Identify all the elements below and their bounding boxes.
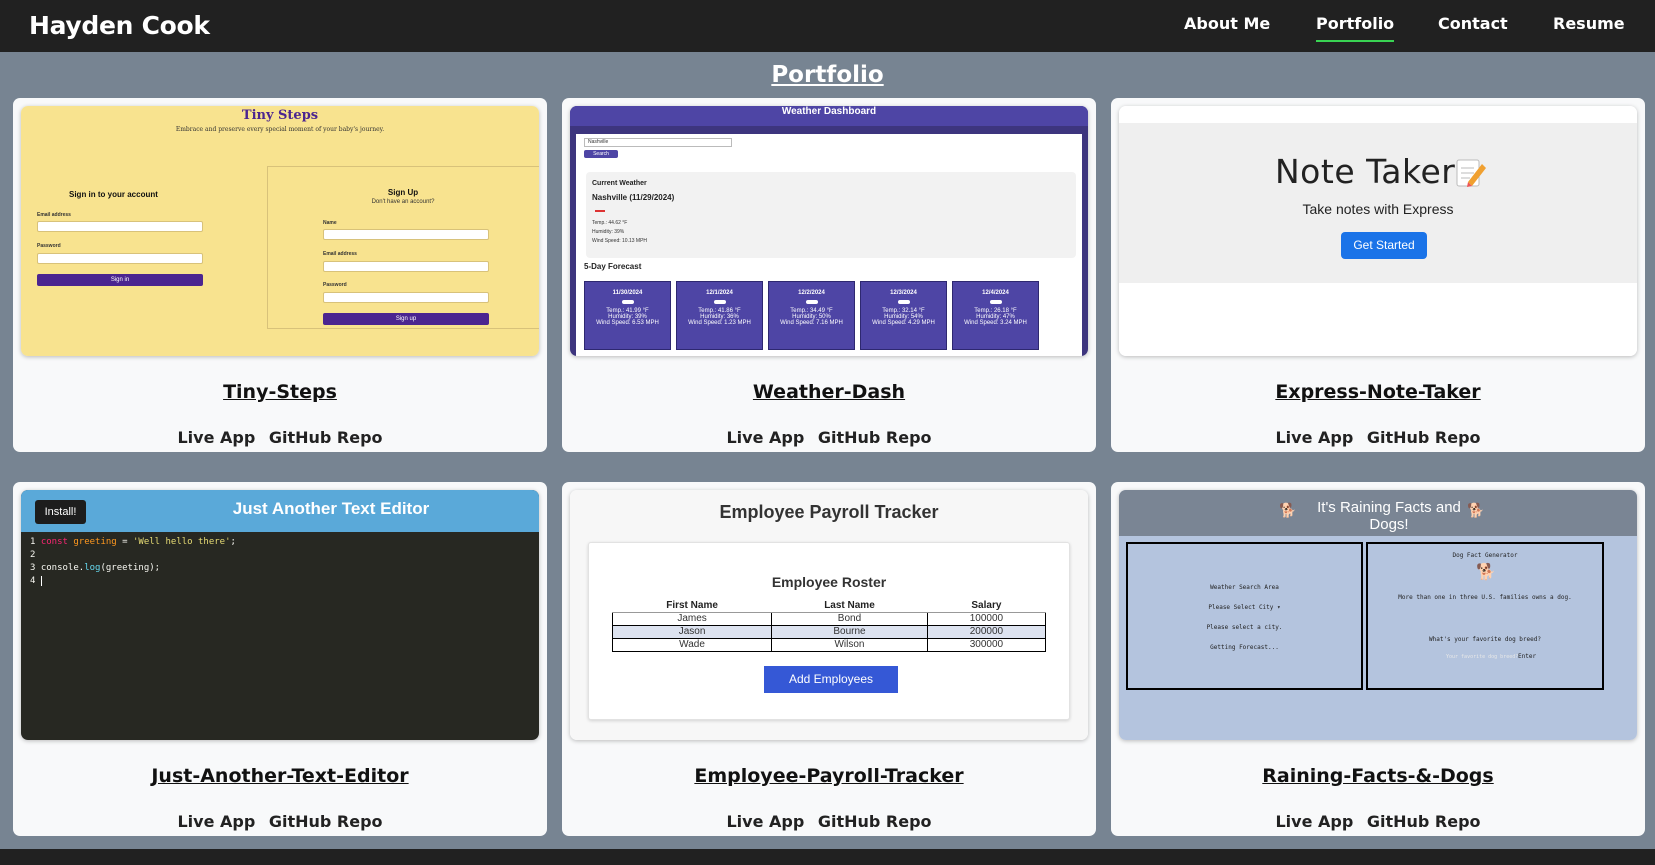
- live-app-link[interactable]: Live App: [726, 812, 804, 831]
- project-title[interactable]: Employee-Payroll-Tracker: [562, 765, 1096, 787]
- live-app-link[interactable]: Live App: [1275, 428, 1353, 447]
- brand-name[interactable]: Hayden Cook: [29, 11, 210, 40]
- preview-tagline: Embrace and preserve every special momen…: [175, 126, 385, 133]
- preview-enter-button: Enter: [1518, 653, 1537, 660]
- github-repo-link[interactable]: GitHub Repo: [818, 812, 932, 831]
- preview-roster-title: Employee Roster: [771, 574, 887, 590]
- weather-icon: [595, 210, 605, 212]
- forecast-card: 12/2/2024 Temp.: 34.49 °F Humidity: 50% …: [768, 281, 855, 350]
- preview-heading: Just Another Text Editor: [232, 499, 430, 518]
- project-screenshot: Note Taker Take notes with Express Get S…: [1119, 106, 1637, 356]
- project-title[interactable]: Raining-Facts-&-Dogs: [1111, 765, 1645, 787]
- preview-current-label: Current Weather: [592, 180, 647, 187]
- preview-add-employees-button: Add Employees: [764, 666, 898, 693]
- github-repo-link[interactable]: GitHub Repo: [1367, 428, 1481, 447]
- preview-heading: Weather Dashboard: [781, 106, 877, 117]
- github-repo-link[interactable]: GitHub Repo: [1367, 812, 1481, 831]
- project-screenshot: Install! Just Another Text Editor 1 cons…: [21, 490, 539, 740]
- project-screenshot: Weather Dashboard Nashville Search Curre…: [570, 106, 1088, 356]
- preview-signup-email-field: [323, 261, 489, 272]
- preview-weather-panel: Weather Search Area Please Select City ▾…: [1126, 542, 1363, 690]
- github-repo-link[interactable]: GitHub Repo: [269, 812, 383, 831]
- preview-get-started-button: Get Started: [1341, 232, 1427, 259]
- dog-icon: 🐕: [1467, 502, 1485, 518]
- preview-signup-subtitle: Don't have an account?: [371, 199, 435, 205]
- memo-icon: [1456, 156, 1486, 188]
- preview-current-humidity: Humidity: 39%: [592, 229, 625, 235]
- project-title[interactable]: Just-Another-Text-Editor: [13, 765, 547, 787]
- forecast-card: 12/3/2024 Temp.: 32.14 °F Humidity: 54% …: [860, 281, 947, 350]
- project-card: 🐕 It's Raining Facts and Dogs! 🐕 Weather…: [1111, 482, 1645, 836]
- preview-forecast-label: 5-Day Forecast: [584, 262, 642, 271]
- project-links: Live App GitHub Repo: [562, 812, 1096, 831]
- project-card: Tiny Steps Embrace and preserve every sp…: [13, 98, 547, 452]
- cloud-icon: [897, 300, 910, 304]
- project-card: Install! Just Another Text Editor 1 cons…: [13, 482, 547, 836]
- project-title[interactable]: Express-Note-Taker: [1111, 381, 1645, 403]
- live-app-link[interactable]: Live App: [1275, 812, 1353, 831]
- preview-install-button: Install!: [35, 500, 86, 524]
- live-app-link[interactable]: Live App: [726, 428, 804, 447]
- project-card: Weather Dashboard Nashville Search Curre…: [562, 98, 1096, 452]
- project-links: Live App GitHub Repo: [13, 428, 547, 447]
- github-repo-link[interactable]: GitHub Repo: [818, 428, 932, 447]
- footer-bar: [0, 849, 1655, 865]
- preview-password-label: Password: [37, 243, 61, 249]
- project-card: Employee Payroll Tracker Employee Roster…: [562, 482, 1096, 836]
- dog-icon: 🐕: [1279, 502, 1297, 518]
- preview-signup-password-field: [323, 292, 489, 303]
- forecast-card: 12/1/2024 Temp.: 41.86 °F Humidity: 36% …: [676, 281, 763, 350]
- preview-password-field: [37, 253, 203, 264]
- project-links: Live App GitHub Repo: [13, 812, 547, 831]
- preview-current-wind: Wind Speed: 10.13 MPH: [592, 238, 648, 244]
- preview-heading: It's Raining Facts and Dogs!: [1317, 499, 1461, 533]
- cloud-icon: [621, 300, 634, 304]
- preview-signup-title: Sign Up: [387, 188, 419, 197]
- preview-email-label: Email address: [37, 212, 71, 218]
- project-links: Live App GitHub Repo: [1111, 428, 1645, 447]
- preview-breed-input: Your favorite dog breed?: [1446, 654, 1519, 660]
- nav-portfolio[interactable]: Portfolio: [1316, 14, 1395, 42]
- project-screenshot: Tiny Steps Embrace and preserve every sp…: [21, 106, 539, 356]
- cloud-icon: [713, 300, 726, 304]
- preview-name-field: [323, 229, 489, 240]
- project-title[interactable]: Weather-Dash: [562, 381, 1096, 403]
- preview-email-field: [37, 221, 203, 232]
- preview-signup-button: Sign up: [323, 313, 489, 325]
- live-app-link[interactable]: Live App: [177, 428, 255, 447]
- preview-name-label: Name: [323, 220, 337, 226]
- nav-resume[interactable]: Resume: [1553, 14, 1625, 42]
- preview-search-input: Nashville: [584, 138, 732, 147]
- live-app-link[interactable]: Live App: [177, 812, 255, 831]
- preview-dog-fact-panel: Dog Fact Generator 🐕 More than one in th…: [1366, 542, 1604, 690]
- preview-signup-email-label: Email address: [323, 251, 357, 257]
- preview-heading: Tiny Steps: [241, 108, 319, 123]
- preview-subtitle: Take notes with Express: [1302, 201, 1454, 217]
- project-title[interactable]: Tiny-Steps: [13, 381, 547, 403]
- preview-current-temp: Temp.: 44.62 °F: [592, 220, 628, 226]
- preview-heading: Employee Payroll Tracker: [719, 502, 939, 522]
- project-screenshot: 🐕 It's Raining Facts and Dogs! 🐕 Weather…: [1119, 490, 1637, 740]
- preview-signin-button: Sign in: [37, 274, 203, 286]
- top-navbar: Hayden Cook About Me Portfolio Contact R…: [0, 0, 1655, 52]
- nav-about-me[interactable]: About Me: [1184, 14, 1270, 42]
- preview-signup-password-label: Password: [323, 282, 347, 288]
- preview-signin-title: Sign in to your account: [69, 190, 158, 199]
- preview-current-city: Nashville (11/29/2024): [592, 193, 675, 202]
- github-repo-link[interactable]: GitHub Repo: [269, 428, 383, 447]
- cloud-icon: [805, 300, 818, 304]
- project-screenshot: Employee Payroll Tracker Employee Roster…: [570, 490, 1088, 740]
- nav-contact[interactable]: Contact: [1438, 14, 1508, 42]
- forecast-card: 12/4/2024 Temp.: 26.18 °F Humidity: 47% …: [952, 281, 1039, 350]
- preview-roster-table: First Name Last Name Salary James Bond 1…: [611, 600, 1047, 652]
- forecast-card: 11/30/2024 Temp.: 41.99 °F Humidity: 39%…: [584, 281, 671, 350]
- dog-icon: 🐕: [1476, 564, 1496, 581]
- project-links: Live App GitHub Repo: [562, 428, 1096, 447]
- project-card: Note Taker Take notes with Express Get S…: [1111, 98, 1645, 452]
- preview-search-button: Search: [584, 150, 618, 158]
- cloud-icon: [989, 300, 1002, 304]
- project-links: Live App GitHub Repo: [1111, 812, 1645, 831]
- page-title: Portfolio: [771, 62, 884, 88]
- preview-heading: Note Taker: [1275, 152, 1456, 191]
